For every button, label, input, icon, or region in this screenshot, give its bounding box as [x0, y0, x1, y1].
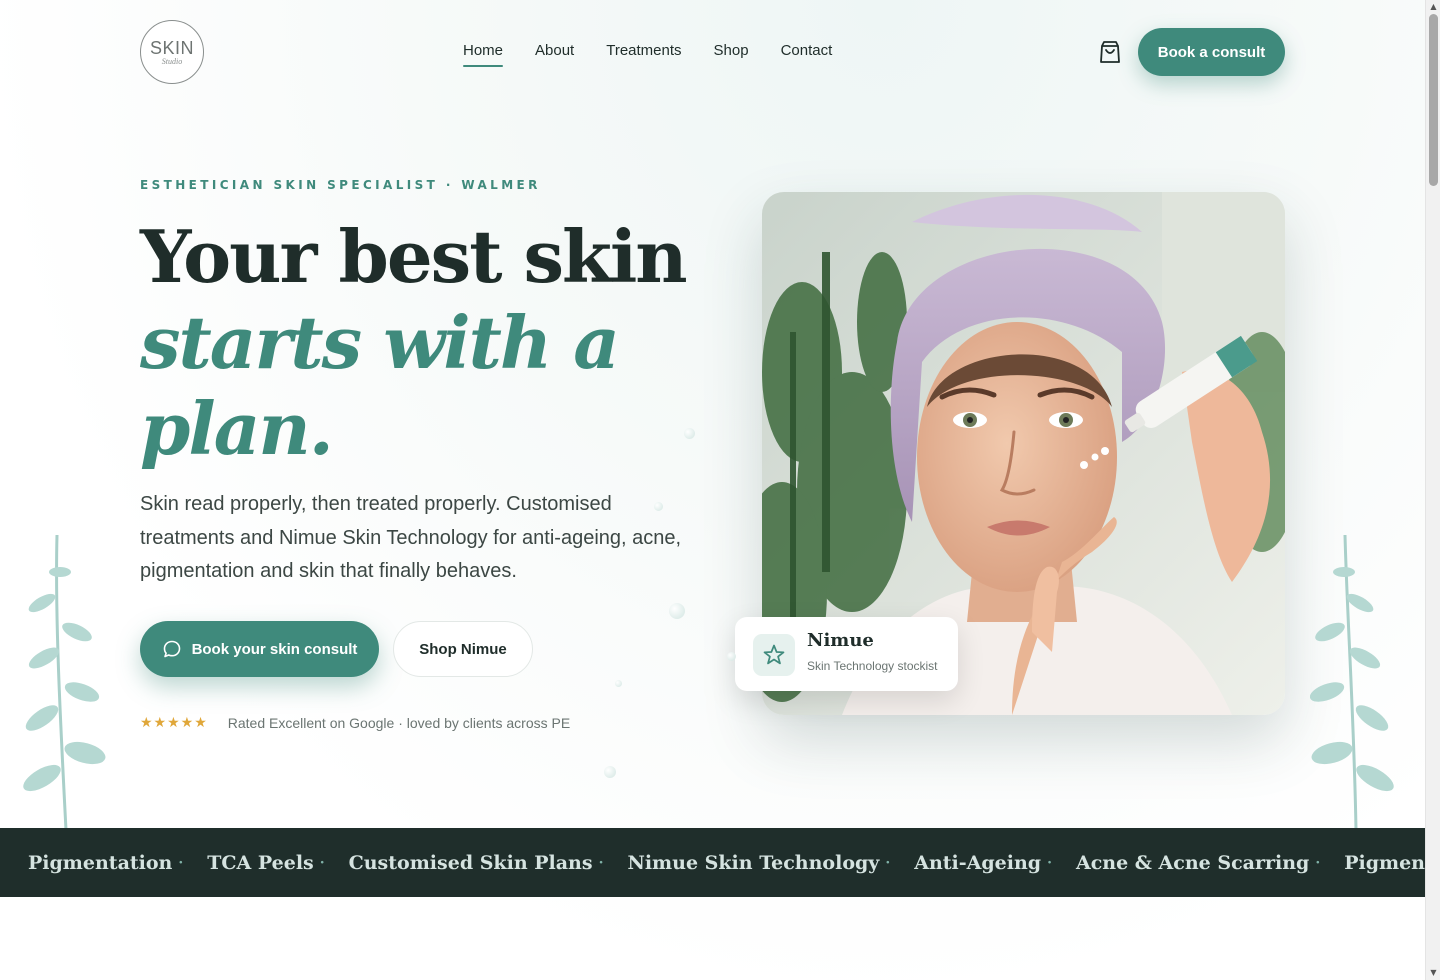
decorative-bubble	[604, 766, 616, 778]
vine-decoration-right	[1310, 535, 1394, 830]
marquee-item: Customised Skin Plans ·	[348, 851, 604, 874]
headline-accent: starts with a plan.	[140, 300, 620, 471]
book-skin-consult-button[interactable]: Book your skin consult	[140, 621, 379, 677]
marquee-item: Pigmentation	[1344, 851, 1425, 874]
scrollbar-thumb[interactable]	[1429, 14, 1438, 186]
decorative-bubble	[669, 603, 685, 619]
main-nav: Home About Treatments Shop Contact	[463, 42, 832, 67]
logo-subtitle: Studio	[161, 56, 183, 66]
hero-lead: Skin read properly, then treated properl…	[140, 493, 682, 582]
hero-eyebrow: ESTHETICIAN SKIN SPECIALIST · WALMER	[140, 178, 541, 192]
marquee-item: Nimue Skin Technology ·	[627, 851, 891, 874]
decorative-bubble	[684, 428, 695, 439]
nav-about[interactable]: About	[535, 42, 574, 67]
book-skin-consult-label: Book your skin consult	[191, 640, 358, 658]
marquee-item: Pigmentation ·	[28, 851, 184, 874]
headline-line-1: Your best skin	[140, 214, 688, 299]
rating-stars: ★★★★★	[140, 715, 208, 731]
marquee-item: Anti-Ageing ·	[914, 851, 1052, 874]
nimue-stockist-badge: Nimue Skin Technology stockist	[735, 617, 958, 691]
logo-wordmark: SKIN	[149, 37, 194, 58]
decorative-bubble	[654, 502, 663, 511]
nav-contact[interactable]: Contact	[781, 42, 833, 67]
badge-subtitle: Skin Technology stockist	[807, 659, 938, 673]
decorative-bubble	[727, 652, 736, 661]
chat-bubble-icon	[163, 640, 180, 658]
services-marquee: Pigmentation · TCA Peels · Customised Skin…	[0, 828, 1425, 897]
marquee-item: TCA Peels ·	[207, 851, 325, 874]
star-icon	[753, 634, 795, 676]
nav-home[interactable]: Home	[463, 42, 504, 67]
brand-logo[interactable]: SKIN Studio	[140, 20, 204, 84]
vine-decoration-left	[23, 535, 106, 830]
shopping-bag-icon[interactable]	[1098, 39, 1122, 65]
scroll-up-arrow-icon[interactable]: ▲	[1426, 1, 1440, 13]
nav-shop[interactable]: Shop	[714, 42, 749, 67]
marquee-item: Acne & Acne Scarring ·	[1075, 851, 1321, 874]
nav-treatments[interactable]: Treatments	[606, 42, 681, 67]
rating-text: Rated Excellent on Google · loved by cli…	[227, 715, 571, 731]
vertical-scrollbar[interactable]: ▲ ▼	[1425, 0, 1440, 980]
google-rating: ★★★★★ Rated Excellent on Google · loved …	[140, 715, 570, 731]
book-consult-button[interactable]: Book a consult	[1138, 28, 1285, 76]
page: SKIN Studio Home About Treatments Shop C…	[0, 0, 1425, 980]
decorative-bubble	[615, 680, 622, 687]
hero-headline: Your best skin starts with a plan.	[140, 214, 740, 472]
badge-title: Nimue	[807, 630, 874, 651]
scroll-down-arrow-icon[interactable]: ▼	[1426, 967, 1440, 979]
shop-nimue-button[interactable]: Shop Nimue	[393, 621, 533, 677]
marquee-track: Pigmentation · TCA Peels · Customised Skin…	[28, 828, 1425, 897]
